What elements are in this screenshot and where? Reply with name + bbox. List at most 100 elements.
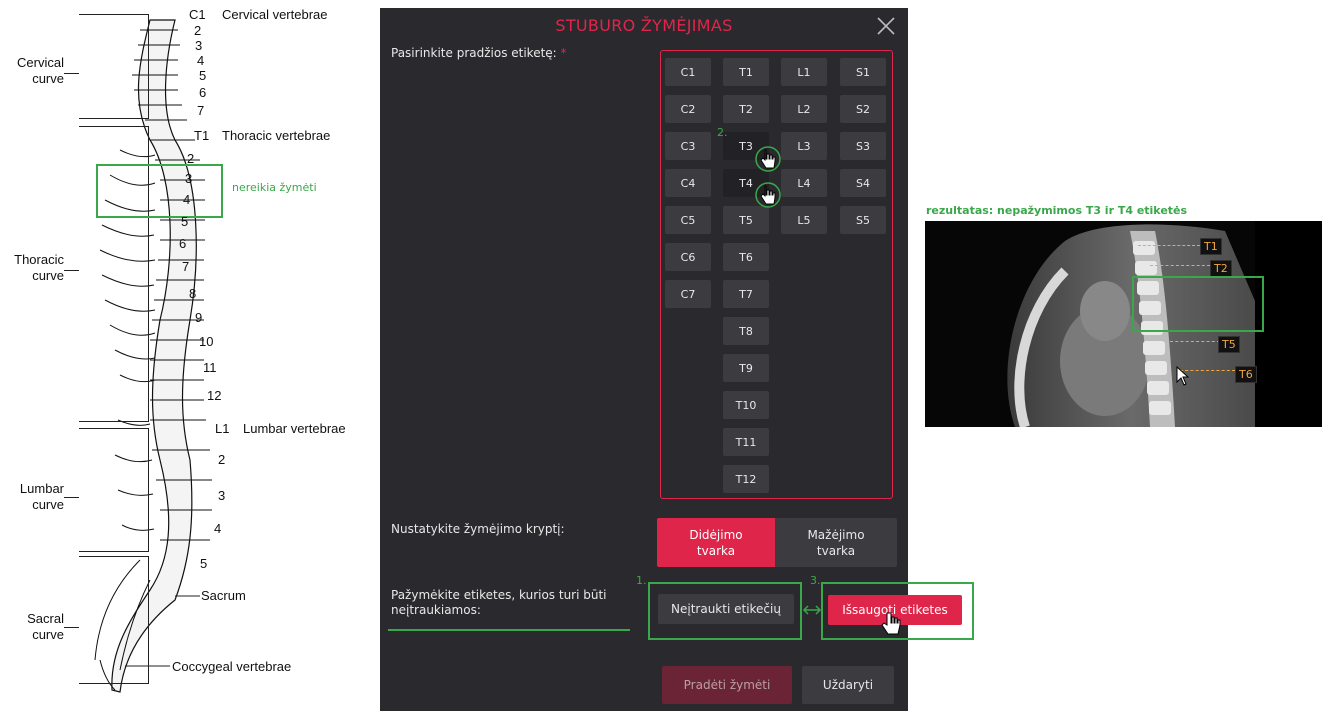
coccygeal-vertebrae-label: Coccygeal vertebrae [172, 659, 292, 674]
step1-highlight [648, 582, 802, 640]
lumbar-vertebrae-label: Lumbar vertebrae [243, 421, 346, 436]
tag-t9[interactable]: T9 [723, 354, 769, 382]
sacral-curve-bracket [79, 556, 149, 684]
tag-t6[interactable]: T6 [723, 243, 769, 271]
direction-descending-label: Mažėjimo tvarka [807, 527, 865, 558]
thoracic-number-3: 3 [185, 171, 193, 186]
close-icon[interactable] [874, 14, 898, 38]
exclude-prompt: Pažymėkite etiketes, kurios turi būti ne… [391, 588, 607, 617]
lumbar-number-2: 2 [218, 452, 226, 467]
tag-s3[interactable]: S3 [840, 132, 886, 160]
ct-label-t5: T5 [1218, 336, 1240, 353]
dialog-title: STUBURO ŽYMĖJIMAS [555, 16, 733, 35]
cervical-number-7: 7 [197, 103, 205, 118]
thoracic-number-10: 10 [199, 334, 214, 349]
arrow-cursor-icon [1176, 366, 1190, 386]
hand-cursor-t4-icon [755, 182, 781, 208]
ct-label-t6: T6 [1235, 366, 1257, 383]
sacrum-label: Sacrum [201, 588, 246, 603]
close-dialog-button[interactable]: Uždaryti [802, 666, 894, 704]
tag-t5[interactable]: T5 [723, 206, 769, 234]
thoracic-vertebrae-label: Thoracic vertebrae [222, 128, 331, 143]
thoracic-number-4: 4 [183, 192, 191, 207]
tag-s4[interactable]: S4 [840, 169, 886, 197]
l1-number: L1 [215, 421, 230, 436]
tag-l3[interactable]: L3 [781, 132, 827, 160]
tag-l1[interactable]: L1 [781, 58, 827, 86]
result-caption: rezultatas: nepažymimos T3 ir T4 etiketė… [926, 204, 1188, 217]
tag-c3[interactable]: C3 [665, 132, 711, 160]
tag-c4[interactable]: C4 [665, 169, 711, 197]
t1-guide-line [1138, 245, 1200, 246]
ct-scan-image: T1 T2 T5 T6 [925, 221, 1322, 427]
direction-ascending-button[interactable]: Didėjimo tvarka [657, 518, 775, 567]
thoracic-number-7: 7 [182, 259, 190, 274]
step2-marker: 2. [717, 126, 728, 139]
lumbar-number-4: 4 [214, 521, 222, 536]
thoracic-number-11: 11 [203, 360, 217, 375]
direction-prompt: Nustatykite žymėjimo kryptį: [391, 522, 565, 536]
step1-marker: 1. [636, 574, 647, 587]
lumbar-curve-tick [64, 497, 79, 498]
cervical-number-2: 2 [194, 23, 202, 38]
thoracic-number-5: 5 [181, 214, 189, 229]
lumbar-number-3: 3 [218, 488, 226, 503]
cervical-curve-label: Cervical curve [17, 55, 64, 86]
tag-t7[interactable]: T7 [723, 280, 769, 308]
tag-c1[interactable]: C1 [665, 58, 711, 86]
cervical-vertebrae-label: Cervical vertebrae [222, 7, 328, 22]
tag-s5[interactable]: S5 [840, 206, 886, 234]
tag-c5[interactable]: C5 [665, 206, 711, 234]
thoracic-number-6: 6 [179, 236, 187, 251]
lumbar-curve-bracket [79, 428, 149, 552]
tag-c7[interactable]: C7 [665, 280, 711, 308]
ct-excluded-highlight [1132, 276, 1264, 332]
spine-illustration [94, 19, 212, 693]
tag-l2[interactable]: L2 [781, 95, 827, 123]
sacral-curve-tick [64, 627, 79, 628]
tag-t10[interactable]: T10 [723, 391, 769, 419]
tag-c6[interactable]: C6 [665, 243, 711, 271]
tag-c2[interactable]: C2 [665, 95, 711, 123]
not-needed-annotation: nereikia žymėti [232, 181, 317, 194]
thoracic-number-12: 12 [207, 388, 222, 403]
tag-t11[interactable]: T11 [723, 428, 769, 456]
tag-s2[interactable]: S2 [840, 95, 886, 123]
exclude-prompt-underline [388, 629, 630, 631]
tag-l4[interactable]: L4 [781, 169, 827, 197]
lumbar-number-5: 5 [200, 556, 208, 571]
spine-diagram: Cervical curve Thoracic curve Lumbar cur… [0, 0, 378, 715]
tag-s1[interactable]: S1 [840, 58, 886, 86]
tag-l5[interactable]: L5 [781, 206, 827, 234]
cervical-curve-tick [64, 73, 79, 74]
c1-number: C1 [189, 7, 206, 22]
not-needed-highlight-box [96, 164, 223, 218]
t1-number: T1 [194, 128, 210, 143]
thoracic-number-2: 2 [187, 151, 195, 166]
tag-t1[interactable]: T1 [723, 58, 769, 86]
thoracic-number-8: 8 [189, 286, 197, 301]
start-labeling-button[interactable]: Pradėti žymėti [662, 666, 792, 704]
lumbar-curve-label: Lumbar curve [19, 481, 64, 512]
step3-marker: 3. [810, 574, 821, 587]
direction-descending-button[interactable]: Mažėjimo tvarka [775, 518, 897, 567]
thoracic-curve-tick [64, 270, 79, 271]
cervical-curve-bracket [79, 14, 149, 119]
thoracic-number-9: 9 [195, 310, 203, 325]
cervical-number-3: 3 [195, 38, 203, 53]
required-mark: * [560, 46, 567, 60]
tag-t8[interactable]: T8 [723, 317, 769, 345]
sacral-curve-label: Sacral curve [27, 611, 64, 642]
start-label-prompt: Pasirinkite pradžios etiketę: * [391, 46, 567, 61]
cervical-number-4: 4 [197, 53, 205, 68]
hand-cursor-t3-icon [755, 146, 781, 172]
t5-guide-line [1170, 341, 1220, 342]
tag-t12[interactable]: T12 [723, 465, 769, 493]
double-arrow-icon [802, 605, 822, 615]
hand-cursor-icon [881, 612, 901, 635]
cervical-number-6: 6 [199, 85, 207, 100]
start-label-prompt-text: Pasirinkite pradžios etiketę: [391, 46, 557, 60]
ct-label-t2: T2 [1210, 260, 1232, 277]
direction-ascending-label: Didėjimo tvarka [689, 527, 743, 558]
tag-t2[interactable]: T2 [723, 95, 769, 123]
